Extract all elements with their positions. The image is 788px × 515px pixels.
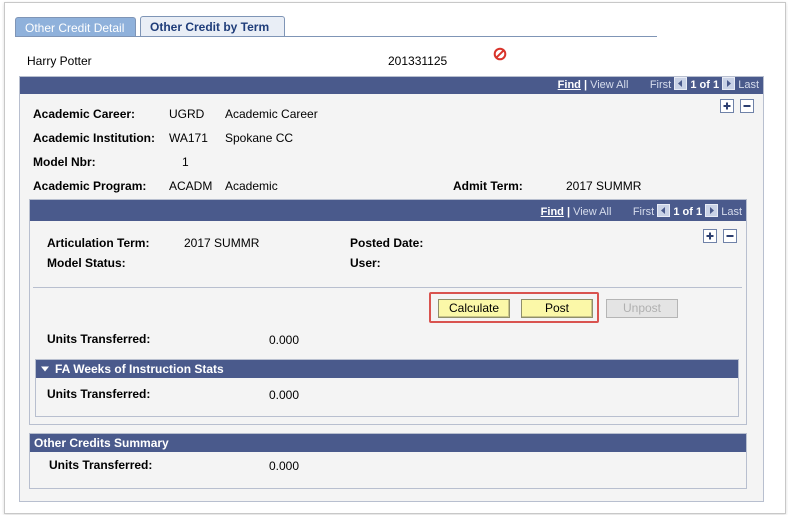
calculate-button[interactable]: Calculate [438,299,510,318]
tab-other-credit-by-term[interactable]: Other Credit by Term [140,16,285,37]
summary-units-value: 0.000 [269,459,300,473]
row-count: 1 of 1 [690,79,720,91]
academic-career-desc: Academic Career [225,107,318,121]
student-id: 201331125 [388,54,448,68]
add-term-button[interactable] [703,229,717,243]
find-link[interactable]: Find [558,79,581,91]
divider [33,287,742,288]
delete-row-button[interactable] [740,99,754,113]
academic-program-label: Academic Program: [33,179,147,193]
fa-weeks-header[interactable]: FA Weeks of Instruction Stats [36,360,738,378]
admit-term-value: 2017 SUMMR [566,179,642,193]
tab-other-credit-detail[interactable]: Other Credit Detail [15,17,136,37]
tab-underline [15,36,657,37]
academic-career-code: UGRD [169,107,205,121]
model-status-label: Model Status: [47,256,126,270]
plus-icon [706,232,714,240]
posted-date-label: Posted Date: [350,236,424,250]
program-nav-bar: Find | View All First 1 of 1 Last [20,77,763,94]
summary-header: Other Credits Summary [30,434,746,452]
academic-institution-label: Academic Institution: [33,131,156,145]
last-label: Last [738,79,759,91]
minus-icon [743,105,751,107]
unpost-button: Unpost [606,299,678,318]
first-label: First [632,206,655,218]
units-transferred-value: 0.000 [269,333,300,347]
previous-icon[interactable] [674,77,688,90]
minus-icon [726,235,734,237]
academic-institution-desc: Spokane CC [225,131,294,145]
student-name: Harry Potter [27,54,92,68]
previous-icon[interactable] [657,204,671,217]
term-nav: Find | View All First 1 of 1 Last [541,204,742,221]
academic-institution-code: WA171 [169,131,208,145]
row-count: 1 of 1 [673,206,703,218]
articulation-term-value: 2017 SUMMR [184,236,260,250]
view-all-link[interactable]: View All [590,79,628,91]
first-label: First [649,79,672,91]
academic-program-desc: Academic [225,179,278,193]
academic-career-label: Academic Career: [33,107,136,121]
fa-weeks-title: FA Weeks of Instruction Stats [55,362,224,376]
plus-icon [723,102,731,110]
tab-label: Other Credit Detail [25,21,125,35]
admit-term-label: Admit Term: [453,179,523,193]
tab-label: Other Credit by Term [150,20,270,34]
prohibited-icon [493,47,507,61]
post-button[interactable]: Post [521,299,593,318]
nav-separator: | [566,206,571,218]
collapse-triangle-icon [36,360,55,378]
nav-separator: | [583,79,588,91]
find-link[interactable]: Find [541,206,564,218]
summary-units-label: Units Transferred: [49,458,153,472]
units-transferred-label: Units Transferred: [47,332,151,346]
model-nbr-label: Model Nbr: [33,155,96,169]
view-all-link[interactable]: View All [573,206,611,218]
fa-units-transferred-value: 0.000 [269,388,300,402]
term-nav-bar: Find | View All First 1 of 1 Last [30,200,746,221]
add-row-button[interactable] [720,99,734,113]
last-label: Last [721,206,742,218]
academic-program-code: ACADM [169,179,213,193]
next-icon[interactable] [705,204,719,217]
model-nbr-value: 1 [182,155,189,169]
delete-term-button[interactable] [723,229,737,243]
articulation-term-label: Articulation Term: [47,236,150,250]
user-label: User: [350,256,381,270]
program-nav: Find | View All First 1 of 1 Last [558,77,759,94]
next-icon[interactable] [722,77,736,90]
fa-units-transferred-label: Units Transferred: [47,387,151,401]
